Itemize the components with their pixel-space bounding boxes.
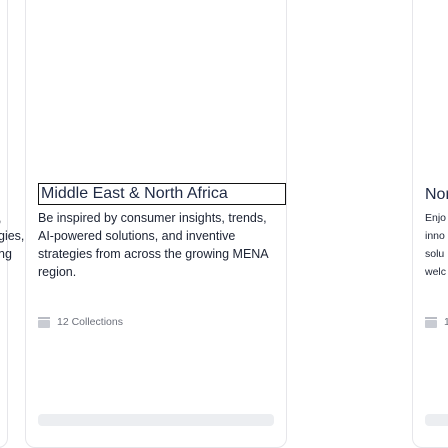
collection-icon <box>425 316 437 328</box>
right-desc-line: inno <box>425 230 445 242</box>
collections-label: 12 Collections <box>57 316 123 328</box>
region-description: Be inspired by consumer insights, trends… <box>38 211 268 279</box>
left-desc-line: gies, <box>0 229 25 243</box>
left-desc-line: ng <box>0 247 12 261</box>
right-collections-count: 1 <box>425 316 448 328</box>
card-footer-bar <box>425 414 448 426</box>
left-desc-line: , <box>0 209 24 227</box>
right-card-description: Enjo inno solu welc <box>425 209 446 281</box>
right-collections-label: 1 <box>444 316 448 328</box>
card-footer-bar <box>38 414 274 426</box>
collections-count: 12 Collections <box>38 316 123 328</box>
right-card-title[interactable]: Nor <box>425 186 448 204</box>
right-desc-line: Enjo <box>425 212 447 224</box>
region-title[interactable]: Middle East & North Africa <box>38 183 286 205</box>
right-desc-line: solu <box>425 248 445 260</box>
collection-icon <box>38 316 50 328</box>
left-card-description: , gies, ng <box>0 209 24 263</box>
right-desc-line: welc <box>425 266 447 278</box>
collections-carousel: , gies, ng Middle East & North Africa Be… <box>0 0 448 448</box>
